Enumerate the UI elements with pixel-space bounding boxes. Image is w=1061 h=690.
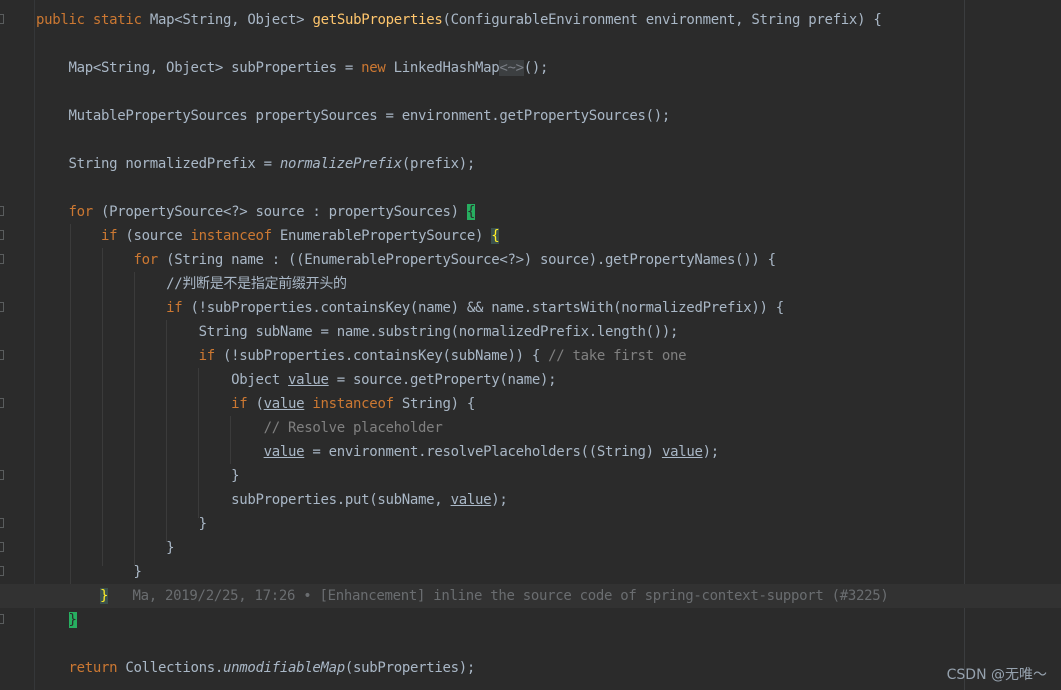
put-call: subProperties.put(subName,	[231, 492, 451, 508]
fold-marker-icon[interactable]	[0, 614, 4, 624]
matched-brace: {	[466, 204, 475, 220]
method-name: getSubProperties	[312, 12, 443, 28]
close-brace: }	[166, 540, 175, 556]
code-line-close-brace[interactable]: }	[36, 560, 142, 584]
var-value: value	[288, 372, 329, 388]
code-line-for-names[interactable]: for (String name : ((EnumerablePropertyS…	[36, 248, 776, 272]
for-body: (PropertySource<?> source : propertySour…	[92, 204, 467, 220]
keyword-public: public	[36, 12, 85, 28]
map-decl-lhs: Map<String, Object> subProperties =	[68, 60, 362, 76]
matched-brace: }	[68, 612, 77, 628]
unmodifiable-call: unmodifiableMap	[222, 660, 345, 676]
keyword-if: if	[231, 396, 248, 412]
code-comment: //判断是不是指定前缀开头的	[166, 276, 347, 292]
if-open: (	[247, 396, 264, 412]
matched-brace: }	[100, 588, 109, 604]
object-rhs: = source.getProperty(name);	[328, 372, 557, 388]
code-editor[interactable]: */ public static Map<String, Object> get…	[0, 0, 1061, 690]
code-line-map-decl[interactable]: Map<String, Object> subProperties = new …	[36, 56, 548, 80]
code-line-return[interactable]: return Collections.unmodifiableMap(subPr…	[36, 656, 476, 680]
close-brace: }	[198, 516, 207, 532]
code-line-for-sources[interactable]: for (PropertySource<?> source : property…	[36, 200, 475, 224]
fold-marker-icon[interactable]	[0, 518, 4, 528]
keyword-if: if	[198, 348, 216, 364]
csdn-watermark: CSDN @无唯～	[946, 667, 1047, 683]
keyword-if: if	[101, 228, 118, 244]
code-line-subname[interactable]: String subName = name.substring(normaliz…	[36, 320, 679, 344]
prefix-args: (prefix);	[401, 156, 475, 172]
fold-marker-icon[interactable]	[0, 230, 4, 240]
fold-marker-icon[interactable]	[0, 398, 4, 408]
fold-marker-icon[interactable]	[0, 206, 4, 216]
if-body: (!subProperties.containsKey(subName)) {	[214, 348, 549, 364]
code-line-prefix[interactable]: String normalizedPrefix = normalizePrefi…	[36, 152, 476, 176]
return-end: (subProperties);	[344, 660, 475, 676]
close-brace: }	[133, 564, 142, 580]
code-line-comment[interactable]: // Resolve placeholder	[36, 416, 443, 440]
code-line-if-contains[interactable]: if (!subProperties.containsKey(subName))…	[36, 344, 687, 368]
map-decl-end: ();	[523, 60, 549, 76]
var-value: value	[263, 396, 305, 412]
return-class: Collections.	[117, 660, 223, 676]
code-line-put[interactable]: subProperties.put(subName, value);	[36, 488, 508, 512]
resolve-mid: = environment.resolvePlaceholders((Strin…	[304, 444, 662, 460]
var-value: value	[661, 444, 703, 460]
return-type: Map<String, Object>	[149, 12, 305, 28]
git-blame-annotation[interactable]: Ma, 2019/2/25, 17:26 • [Enhancement] inl…	[133, 588, 889, 604]
prefix-lhs: String normalizedPrefix =	[68, 156, 280, 172]
keyword-if: if	[166, 300, 183, 316]
code-line-signature[interactable]: public static Map<String, Object> getSub…	[36, 8, 882, 32]
matched-brace: {	[491, 228, 500, 244]
object-type: Object	[231, 372, 288, 388]
sources-decl: MutablePropertySources propertySources =…	[68, 108, 671, 124]
comment-end-fragment: */	[36, 0, 53, 2]
put-end: );	[491, 492, 508, 508]
subname-decl: String subName = name.substring(normaliz…	[198, 324, 679, 340]
if-body: (!subProperties.containsKey(name) && nam…	[182, 300, 784, 316]
fold-marker-icon[interactable]	[0, 542, 4, 552]
fold-marker-icon[interactable]	[0, 302, 4, 312]
keyword-for: for	[133, 252, 159, 268]
code-line-if-prefix[interactable]: if (!subProperties.containsKey(name) && …	[36, 296, 784, 320]
resolve-end: );	[702, 444, 720, 460]
keyword-instanceof: instanceof	[304, 396, 394, 412]
code-line-sources[interactable]: MutablePropertySources propertySources =…	[36, 104, 671, 128]
fold-marker-icon[interactable]	[0, 14, 4, 24]
fold-marker-icon[interactable]	[0, 350, 4, 360]
keyword-return: return	[68, 660, 118, 676]
diamond-hint[interactable]: <~>	[499, 60, 524, 76]
keyword-new: new	[361, 60, 386, 76]
code-line-close-brace[interactable]: }	[36, 512, 207, 536]
if-rest: String) {	[393, 396, 475, 412]
code-line-close-brace[interactable]: }	[36, 464, 239, 488]
code-line-close-brace[interactable]: }	[36, 536, 174, 560]
code-line-resolve[interactable]: value = environment.resolvePlaceholders(…	[36, 440, 720, 464]
code-line-current[interactable]: } Ma, 2019/2/25, 17:26 • [Enhancement] i…	[0, 584, 1061, 608]
keyword-for: for	[68, 204, 94, 220]
fold-marker-icon[interactable]	[0, 470, 4, 480]
if-body-2: EnumerablePropertySource)	[271, 228, 492, 244]
code-line-object-value[interactable]: Object value = source.getProperty(name);	[36, 368, 556, 392]
code-line-close-brace[interactable]: }	[36, 608, 77, 632]
code-comment: // take first one	[548, 348, 687, 364]
for-body: (String name : ((EnumerablePropertySourc…	[157, 252, 776, 268]
map-class: LinkedHashMap	[385, 60, 500, 76]
normalize-call: normalizePrefix	[279, 156, 402, 172]
keyword-static: static	[92, 12, 142, 28]
fold-marker-icon[interactable]	[0, 254, 4, 264]
var-value: value	[263, 444, 305, 460]
close-brace: }	[231, 468, 240, 484]
code-line-if-string[interactable]: if (value instanceof String) {	[36, 392, 475, 416]
code-comment: // Resolve placeholder	[263, 420, 443, 436]
method-params: (ConfigurableEnvironment environment, St…	[442, 12, 882, 28]
var-value: value	[450, 492, 492, 508]
code-line-if-enumerable[interactable]: if (source instanceof EnumerableProperty…	[36, 224, 500, 248]
code-line-comment[interactable]: //判断是不是指定前缀开头的	[36, 272, 347, 296]
keyword-instanceof: instanceof	[190, 228, 272, 244]
if-body-1: (source	[117, 228, 191, 244]
fold-marker-icon[interactable]	[0, 566, 4, 576]
